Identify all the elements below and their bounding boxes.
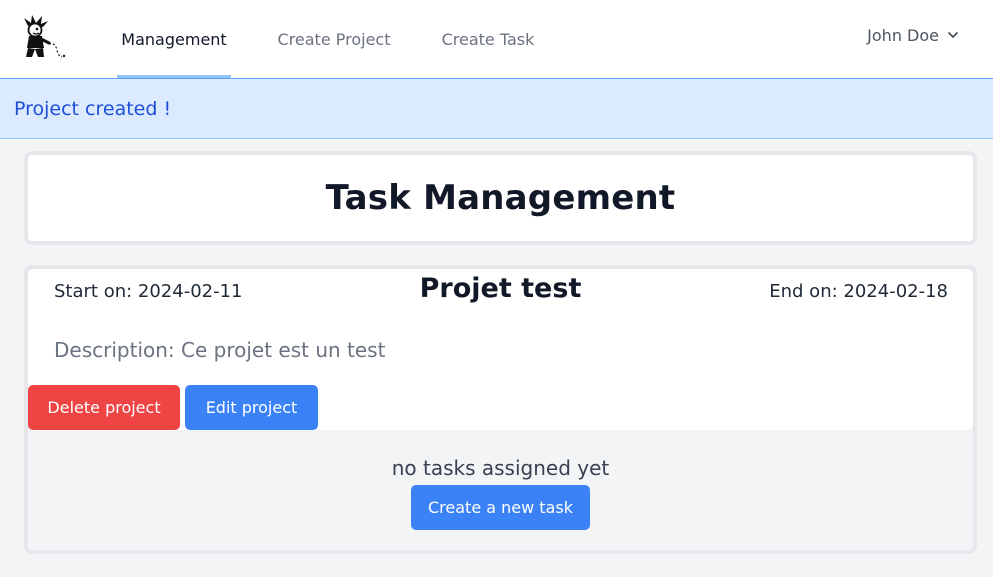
top-navbar: Management Create Project Create Task Jo…: [0, 0, 993, 79]
delete-project-button[interactable]: Delete project: [28, 385, 180, 430]
chevron-down-icon: [947, 26, 959, 45]
empty-tasks-message: no tasks assigned yet: [391, 456, 610, 480]
tab-create-task[interactable]: Create Task: [432, 0, 544, 78]
project-start-date: Start on: 2024-02-11: [54, 281, 243, 302]
user-menu[interactable]: John Doe: [867, 26, 959, 45]
project-card: Projet test Start on: 2024-02-11 End on:…: [24, 265, 977, 554]
tab-create-project[interactable]: Create Project: [268, 0, 400, 78]
edit-project-button[interactable]: Edit project: [185, 385, 318, 430]
page-title: Task Management: [325, 178, 676, 218]
user-name: John Doe: [867, 26, 939, 45]
mascot-logo-icon[interactable]: [18, 12, 70, 64]
success-alert: Project created !: [0, 79, 993, 139]
project-end-date: End on: 2024-02-18: [769, 281, 948, 302]
create-task-button[interactable]: Create a new task: [411, 485, 590, 530]
title-card: Task Management: [24, 151, 977, 245]
project-details: Projet test Start on: 2024-02-11 End on:…: [28, 269, 973, 430]
project-description: Description: Ce projet est un test: [54, 338, 386, 362]
tab-management[interactable]: Management: [117, 0, 231, 78]
alert-message: Project created !: [14, 97, 172, 120]
